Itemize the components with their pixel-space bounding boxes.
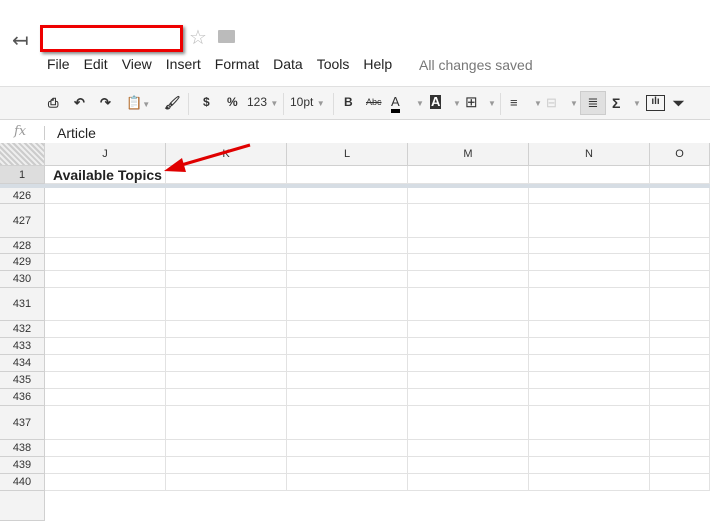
arrow-shaft [177, 143, 251, 168]
annotation-arrow [164, 143, 251, 172]
arrow-head [164, 158, 186, 172]
